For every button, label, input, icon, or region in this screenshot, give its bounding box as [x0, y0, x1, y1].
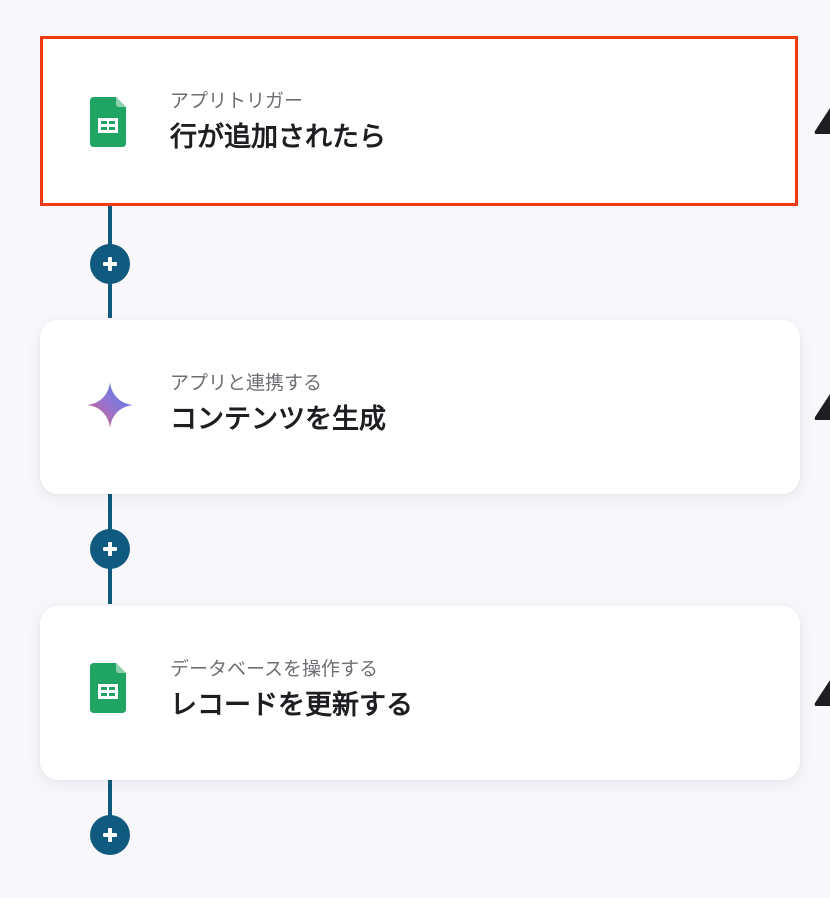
- step-type-label: アプリと連携する: [170, 372, 323, 394]
- edge-indicator-icon: [814, 394, 830, 420]
- add-step-button[interactable]: [90, 244, 130, 284]
- add-step-button[interactable]: [90, 815, 130, 855]
- step-type-label: アプリトリガー: [170, 90, 304, 112]
- step-title: 行が追加されたら: [170, 122, 386, 153]
- step-title: レコードを更新する: [170, 690, 413, 721]
- edge-indicator-icon: [814, 108, 830, 134]
- plus-icon: [103, 828, 117, 842]
- add-step-button[interactable]: [90, 529, 130, 569]
- flow-step-card-update-record[interactable]: データベースを操作する レコードを更新する: [40, 606, 800, 780]
- step-text: データベースを操作する レコードを更新する: [170, 656, 413, 724]
- google-sheets-icon: [90, 97, 130, 147]
- edge-indicator-icon: [814, 680, 830, 706]
- plus-icon: [103, 542, 117, 556]
- step-type-label: データベースを操作する: [170, 658, 379, 680]
- step-text: アプリトリガー 行が追加されたら: [170, 88, 386, 156]
- flow-canvas: アプリトリガー 行が追加されたら アプリと連携する コンテンツを生成 データベー…: [0, 0, 830, 898]
- gemini-sparkle-icon: [85, 380, 135, 430]
- step-text: アプリと連携する コンテンツを生成: [170, 370, 386, 438]
- step-title: コンテンツを生成: [170, 404, 386, 435]
- google-sheets-icon: [90, 663, 130, 713]
- plus-icon: [103, 257, 117, 271]
- flow-step-card-generate[interactable]: アプリと連携する コンテンツを生成: [40, 320, 800, 494]
- flow-step-card-trigger[interactable]: アプリトリガー 行が追加されたら: [40, 36, 798, 206]
